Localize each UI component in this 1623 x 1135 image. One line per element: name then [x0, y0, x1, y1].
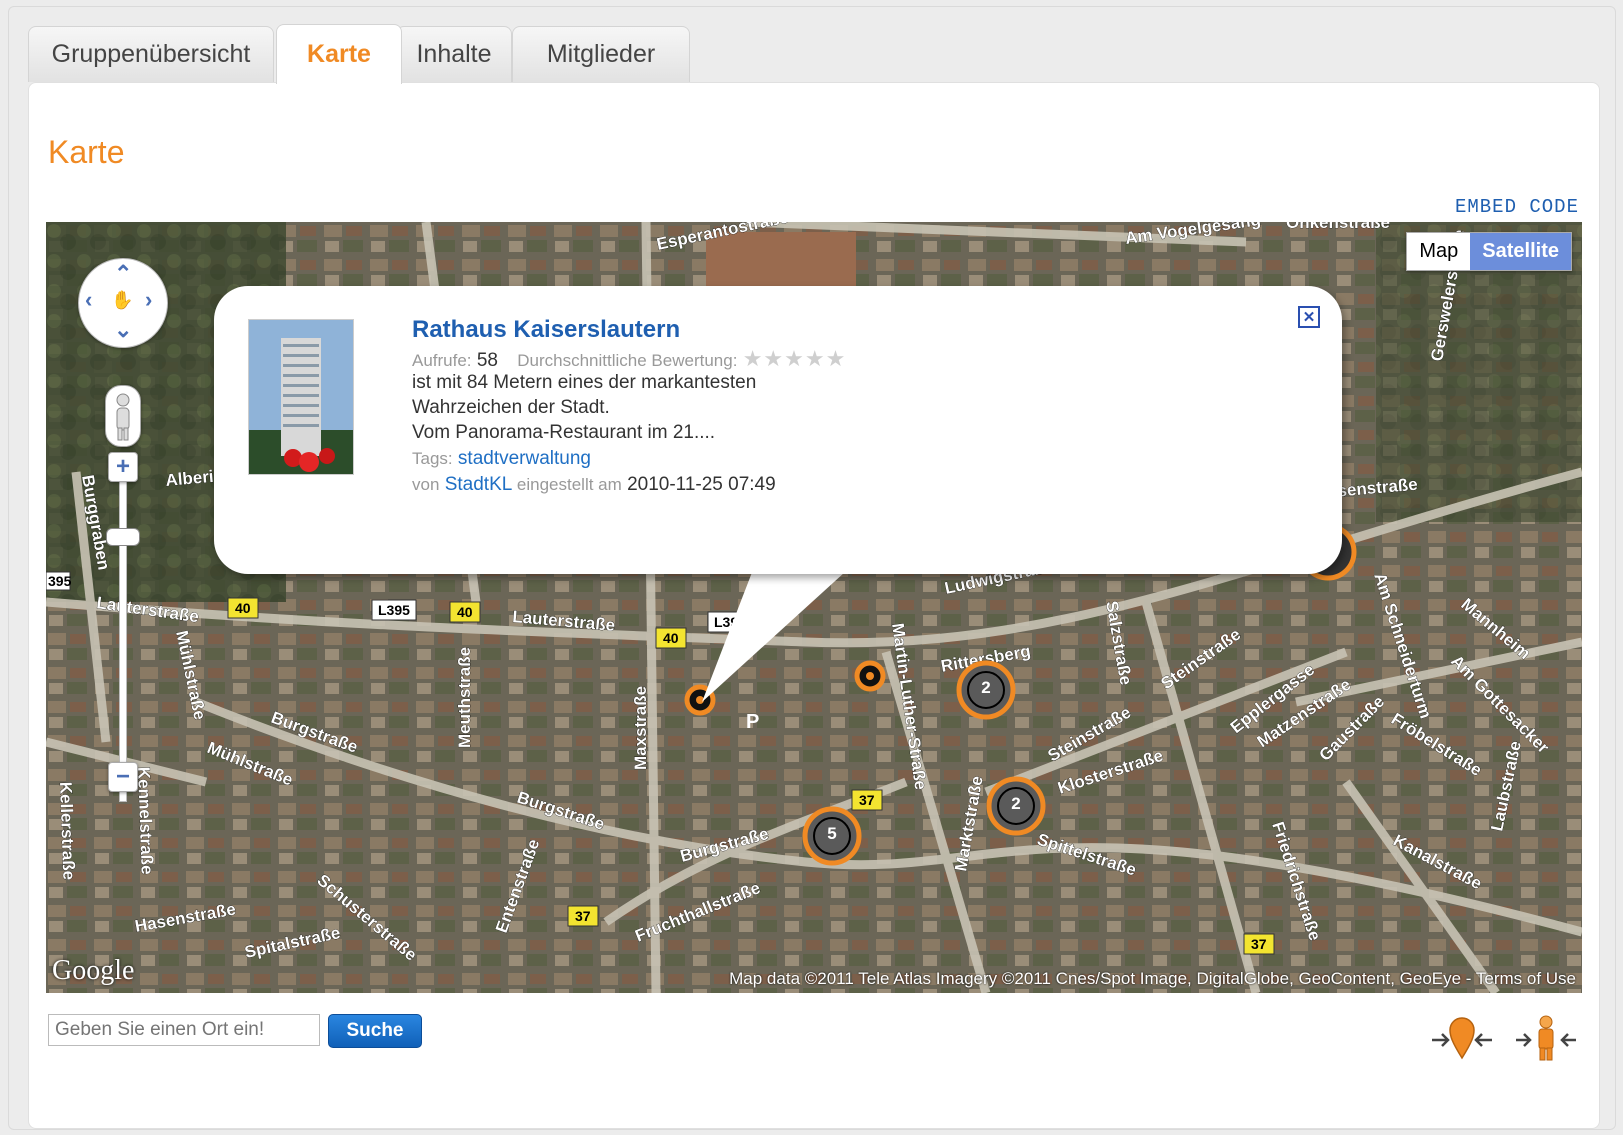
tag-link[interactable]: stadtverwaltung [458, 448, 591, 469]
zoom-slider-handle[interactable] [106, 528, 140, 546]
author-link[interactable]: StadtKL [445, 474, 512, 495]
svg-text:Onkenstraße: Onkenstraße [1286, 222, 1390, 232]
place-thumbnail[interactable] [248, 319, 354, 475]
cluster-marker-label[interactable]: 2 [1004, 794, 1028, 814]
info-window: Rathaus Kaiserslautern Aufrufe: 58 Durch… [214, 286, 1342, 574]
rating-label: Durchschnittliche Bewertung: [517, 351, 738, 370]
svg-text:37: 37 [859, 792, 875, 808]
map-canvas[interactable]: Esperantostraße Am Vogelgesang Onkenstra… [46, 222, 1582, 993]
map-copyright: Map data ©2011 Tele Atlas Imagery ©2011 … [729, 969, 1576, 988]
map-type-map-button[interactable]: Map [1407, 233, 1471, 270]
add-place-marker-icon[interactable] [1430, 1014, 1494, 1062]
svg-text:Kellerstraße: Kellerstraße [56, 781, 78, 880]
search-button[interactable]: Suche [328, 1014, 422, 1048]
place-stats: Aufrufe: 58 Durchschnittliche Bewertung:… [412, 346, 846, 372]
street-view-pegman-icon[interactable] [105, 385, 141, 447]
page-title: Karte [48, 134, 125, 170]
hand-icon: ✋ [111, 290, 134, 310]
description-line: Wahrzeichen der Stadt. [412, 397, 610, 418]
pan-up-icon[interactable]: ⌃ [114, 263, 132, 285]
close-icon[interactable]: ✕ [1298, 306, 1320, 328]
tags-label: Tags: [412, 449, 453, 468]
posted-label: eingestellt am [516, 475, 622, 494]
tab-karte[interactable]: Karte [276, 24, 402, 84]
add-person-icon[interactable] [1514, 1014, 1578, 1062]
zoom-out-button[interactable]: − [108, 762, 138, 792]
description-line: Vom Panorama-Restaurant im 21.... [412, 422, 716, 443]
pan-left-icon[interactable]: ‹ [85, 289, 92, 311]
svg-text:P: P [746, 711, 759, 733]
tab-inhalte[interactable]: Inhalte [396, 26, 512, 82]
svg-text:37: 37 [575, 908, 591, 924]
location-search-input[interactable] [48, 1014, 320, 1046]
author-row: von StadtKL eingestellt am 2010-11-25 07… [412, 474, 776, 496]
svg-text:395: 395 [48, 573, 72, 589]
svg-text:37: 37 [1251, 936, 1267, 952]
tab-mitglieder[interactable]: Mitglieder [512, 26, 690, 82]
pan-control[interactable]: ⌃ ⌄ ‹ › ✋ [78, 258, 168, 348]
svg-text:Maxstraße: Maxstraße [631, 686, 650, 770]
description-line: ist mit 84 Metern eines der markantesten [412, 372, 757, 393]
google-logo[interactable]: Google [52, 955, 134, 987]
map-type-control: Map Satellite [1406, 232, 1572, 271]
pan-down-icon[interactable]: ⌄ [114, 319, 132, 341]
pan-right-icon[interactable]: › [145, 289, 152, 311]
tags-row: Tags: stadtverwaltung [412, 448, 591, 470]
place-title-link[interactable]: Rathaus Kaiserslautern [412, 316, 680, 344]
rating-stars-icon[interactable]: ★★★★★ [743, 346, 847, 371]
posted-date: 2010-11-25 07:49 [627, 474, 776, 495]
views-value: 58 [476, 350, 498, 371]
svg-text:40: 40 [663, 630, 679, 646]
map-type-satellite-button[interactable]: Satellite [1470, 233, 1571, 270]
svg-text:40: 40 [235, 600, 251, 616]
cluster-marker-label[interactable]: 5 [820, 824, 844, 844]
views-label: Aufrufe: [412, 351, 472, 370]
zoom-in-button[interactable]: + [108, 452, 138, 482]
tab-gruppenuebersicht[interactable]: Gruppenübersicht [28, 26, 274, 82]
svg-text:L395: L395 [378, 602, 410, 618]
embed-code-link[interactable]: EMBED CODE [1455, 196, 1579, 218]
by-label: von [412, 475, 440, 494]
svg-text:Meuthstraße: Meuthstraße [455, 647, 474, 748]
infowindow-pointer [702, 562, 856, 702]
svg-text:40: 40 [457, 604, 473, 620]
cluster-marker-label[interactable]: 2 [974, 678, 998, 698]
